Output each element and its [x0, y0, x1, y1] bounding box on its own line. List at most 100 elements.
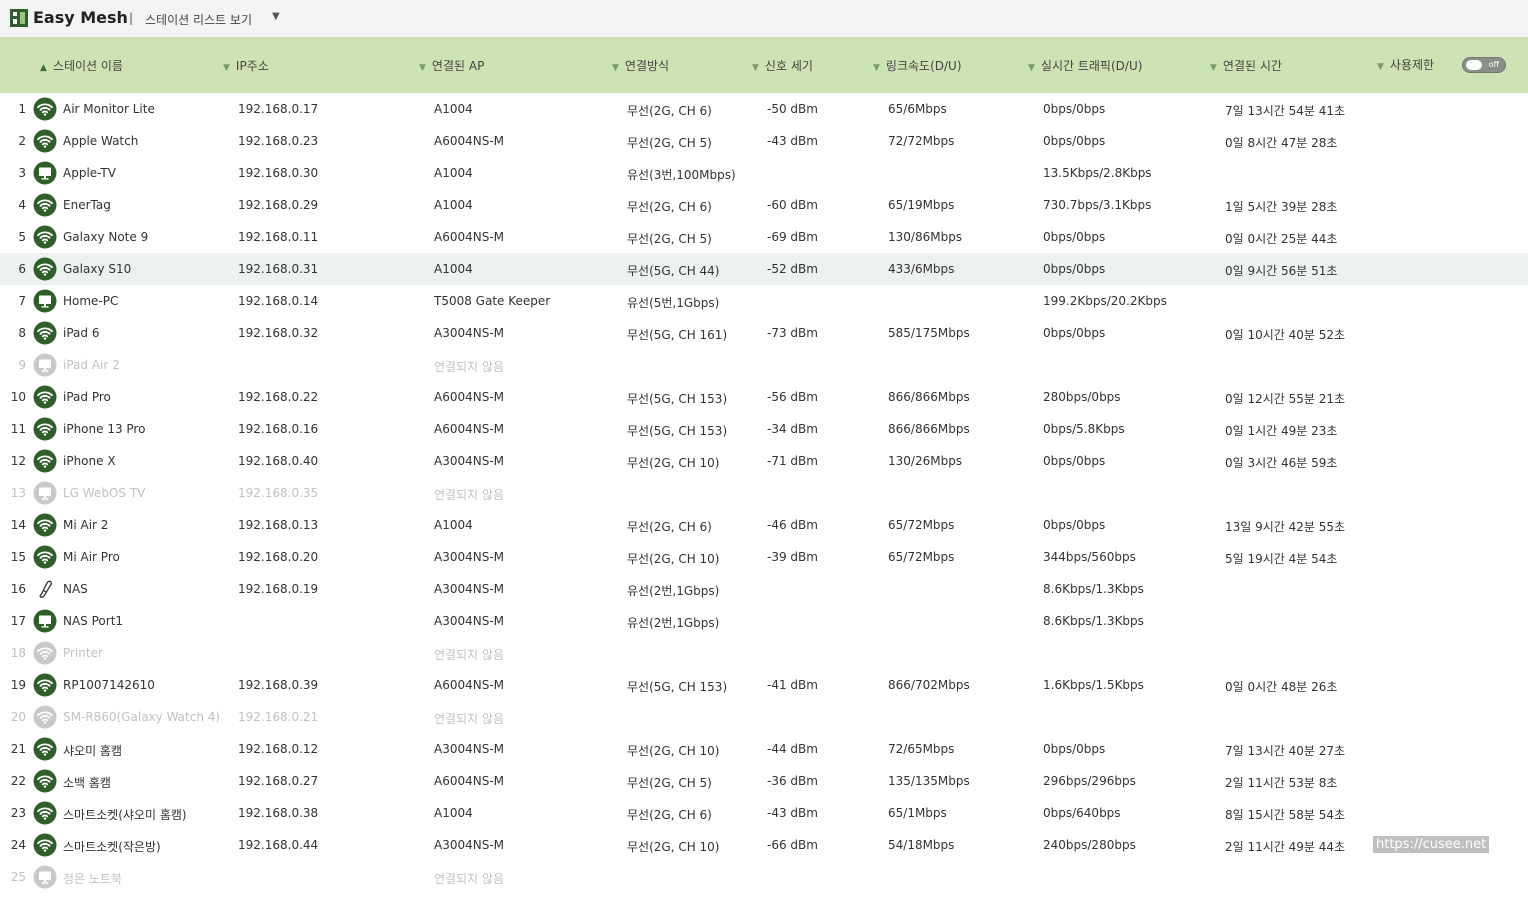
- signal-strength: -34 dBm: [767, 422, 818, 436]
- station-name[interactable]: Apple-TV: [63, 166, 116, 180]
- station-name[interactable]: 스마트소켓(작은방): [63, 838, 161, 855]
- station-name[interactable]: Galaxy Note 9: [63, 230, 148, 244]
- signal-strength: -73 dBm: [767, 326, 818, 340]
- realtime-traffic: 240bps/280bps: [1043, 838, 1136, 852]
- table-row[interactable]: 17 NAS Port1 A3004NS-M 유선(2번,1Gbps) 8.6Kbps/…: [0, 605, 1528, 637]
- wifi-icon: [33, 545, 57, 569]
- realtime-traffic: 8.6Kbps/1.3Kbps: [1043, 582, 1144, 596]
- usage-limit-toggle[interactable]: off: [1462, 57, 1506, 73]
- table-row[interactable]: 4 EnerTag 192.168.0.29 A1004 무선(2G, CH 6) -60…: [0, 189, 1528, 221]
- station-name[interactable]: Mi Air 2: [63, 518, 108, 532]
- column-header-time[interactable]: ▼ 연결된 시간: [1210, 57, 1282, 74]
- table-row[interactable]: 25 정은 노트북 연결되지 않음: [0, 861, 1528, 893]
- station-name[interactable]: Home-PC: [63, 294, 118, 308]
- column-header-link[interactable]: ▼ 링크속도(D/U): [873, 57, 962, 74]
- realtime-traffic: 0bps/0bps: [1043, 742, 1106, 756]
- link-speed: 130/86Mbps: [888, 230, 963, 244]
- connected-ap: A1004: [434, 518, 473, 532]
- link-speed: 130/26Mbps: [888, 454, 963, 468]
- connection-mode: 무선(2G, CH 6): [627, 520, 712, 534]
- table-row[interactable]: 21 샤오미 홈캠 192.168.0.12 A3004NS-M 무선(2G, CH 1…: [0, 733, 1528, 765]
- sort-icon: ▼: [752, 63, 759, 73]
- table-row[interactable]: 24 스마트소켓(작은방) 192.168.0.44 A3004NS-M 무선(2G, …: [0, 829, 1528, 861]
- table-header: ▲ 스테이션 이름 ▼ IP주소 ▼ 연결된 AP ▼ 연결방식 ▼ 신호 세기 ▼ 링크속…: [0, 37, 1528, 93]
- table-row[interactable]: 7 Home-PC 192.168.0.14 T5008 Gate Keeper 유선(…: [0, 285, 1528, 317]
- station-name[interactable]: iPhone X: [63, 454, 116, 468]
- monitor-icon: [33, 353, 57, 377]
- station-name[interactable]: NAS Port1: [63, 614, 123, 628]
- chevron-down-icon[interactable]: ▼: [272, 11, 280, 22]
- connection-mode: 무선(5G, CH 153): [627, 392, 728, 406]
- station-name[interactable]: 소백 홈캠: [63, 774, 111, 791]
- station-name[interactable]: Printer: [63, 646, 103, 660]
- table-row[interactable]: 19 RP1007142610 192.168.0.39 A6004NS-M 무선(5G…: [0, 669, 1528, 701]
- table-row[interactable]: 23 스마트소켓(샤오미 홈캠) 192.168.0.38 A1004 무선(2G, C…: [0, 797, 1528, 829]
- signal-strength: -50 dBm: [767, 102, 818, 116]
- table-row[interactable]: 10 iPad Pro 192.168.0.22 A6004NS-M 무선(5G, CH…: [0, 381, 1528, 413]
- view-select[interactable]: 스테이션 리스트 보기: [145, 11, 252, 28]
- table-row[interactable]: 15 Mi Air Pro 192.168.0.20 A3004NS-M 무선(2G, …: [0, 541, 1528, 573]
- row-number: 15: [10, 550, 26, 564]
- signal-strength: -36 dBm: [767, 774, 818, 788]
- wifi-icon: [33, 801, 57, 825]
- table-row[interactable]: 3 Apple-TV 192.168.0.30 A1004 유선(3번,100Mbps)…: [0, 157, 1528, 189]
- station-name[interactable]: NAS: [63, 582, 88, 596]
- column-header-traffic[interactable]: ▼ 실시간 트래픽(D/U): [1028, 57, 1142, 74]
- station-name[interactable]: iPhone 13 Pro: [63, 422, 145, 436]
- station-name[interactable]: 스마트소켓(샤오미 홈캠): [63, 806, 187, 823]
- table-row[interactable]: 22 소백 홈캠 192.168.0.27 A6004NS-M 무선(2G, CH 5)…: [0, 765, 1528, 797]
- signal-strength: -41 dBm: [767, 678, 818, 692]
- toggle-knob: [1466, 60, 1482, 70]
- column-header-ip[interactable]: ▼ IP주소: [223, 57, 269, 74]
- station-name[interactable]: iPad Air 2: [63, 358, 120, 372]
- column-header-signal[interactable]: ▼ 신호 세기: [752, 57, 813, 74]
- column-header-ap[interactable]: ▼ 연결된 AP: [419, 57, 484, 74]
- ip-address: 192.168.0.32: [238, 326, 319, 340]
- column-header-name[interactable]: ▲ 스테이션 이름: [40, 57, 123, 74]
- monitor-icon: [33, 609, 57, 633]
- station-name[interactable]: 정은 노트북: [63, 870, 122, 887]
- easy-mesh-logo-icon: [10, 9, 28, 27]
- row-number: 22: [10, 774, 26, 788]
- table-row[interactable]: 16 NAS 192.168.0.19 A3004NS-M 유선(2번,1Gbps) 8.…: [0, 573, 1528, 605]
- table-row[interactable]: 9 iPad Air 2 연결되지 않음: [0, 349, 1528, 381]
- table-row[interactable]: 14 Mi Air 2 192.168.0.13 A1004 무선(2G, CH 6) -…: [0, 509, 1528, 541]
- row-number: 9: [18, 358, 26, 372]
- ip-address: 192.168.0.20: [238, 550, 319, 564]
- connection-mode: 무선(2G, CH 5): [627, 136, 712, 150]
- station-name[interactable]: SM-R860(Galaxy Watch 4): [63, 710, 220, 724]
- table-row[interactable]: 5 Galaxy Note 9 192.168.0.11 A6004NS-M 무선(2G…: [0, 221, 1528, 253]
- table-row[interactable]: 18 Printer 연결되지 않음: [0, 637, 1528, 669]
- table-row[interactable]: 1 Air Monitor Lite 192.168.0.17 A1004 무선(2G,…: [0, 93, 1528, 125]
- station-name[interactable]: LG WebOS TV: [63, 486, 145, 500]
- wifi-icon: [33, 673, 57, 697]
- table-row[interactable]: 13 LG WebOS TV 192.168.0.35 연결되지 않음: [0, 477, 1528, 509]
- row-number: 20: [10, 710, 26, 724]
- station-name[interactable]: iPad Pro: [63, 390, 111, 404]
- column-header-limit[interactable]: ▼ 사용제한: [1377, 56, 1434, 73]
- connected-ap: 연결되지 않음: [434, 712, 505, 726]
- connection-mode: 무선(2G, CH 10): [627, 552, 720, 566]
- station-name[interactable]: Mi Air Pro: [63, 550, 120, 564]
- station-name[interactable]: 샤오미 홈캠: [63, 742, 122, 759]
- table-row[interactable]: 11 iPhone 13 Pro 192.168.0.16 A6004NS-M 무선(5…: [0, 413, 1528, 445]
- station-name[interactable]: Galaxy S10: [63, 262, 131, 276]
- station-name[interactable]: EnerTag: [63, 198, 111, 212]
- signal-strength: -71 dBm: [767, 454, 818, 468]
- connected-time: 1일 5시간 39분 28초: [1225, 200, 1338, 214]
- connected-ap: A1004: [434, 198, 473, 212]
- station-name[interactable]: Air Monitor Lite: [63, 102, 155, 116]
- sort-asc-icon: ▲: [40, 63, 47, 73]
- station-name[interactable]: iPad 6: [63, 326, 99, 340]
- wifi-icon: [33, 705, 57, 729]
- table-row[interactable]: 12 iPhone X 192.168.0.40 A3004NS-M 무선(2G, CH…: [0, 445, 1528, 477]
- sort-icon: ▼: [419, 63, 426, 73]
- station-name[interactable]: Apple Watch: [63, 134, 138, 148]
- table-row[interactable]: 6 Galaxy S10 192.168.0.31 A1004 무선(5G, CH 44…: [0, 253, 1528, 285]
- ip-address: 192.168.0.19: [238, 582, 319, 596]
- table-row[interactable]: 8 iPad 6 192.168.0.32 A3004NS-M 무선(5G, CH 16…: [0, 317, 1528, 349]
- table-row[interactable]: 20 SM-R860(Galaxy Watch 4) 192.168.0.21 연결되…: [0, 701, 1528, 733]
- table-row[interactable]: 2 Apple Watch 192.168.0.23 A6004NS-M 무선(2G, …: [0, 125, 1528, 157]
- column-header-mode[interactable]: ▼ 연결방식: [612, 57, 669, 74]
- station-name[interactable]: RP1007142610: [63, 678, 155, 692]
